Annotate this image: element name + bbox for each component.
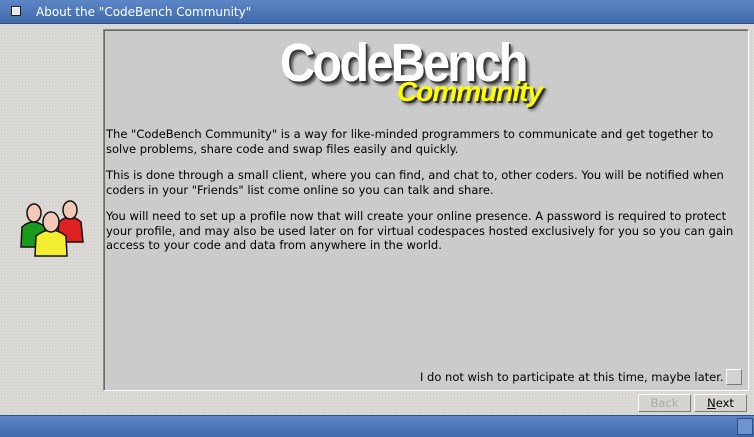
paragraph-profile: You will need to set up a profile now th… [106, 209, 734, 252]
logo-subtitle: Community [397, 76, 543, 107]
next-button-label: ext [715, 396, 734, 410]
close-icon[interactable] [11, 6, 21, 16]
optout-label[interactable]: I do not wish to participate at this tim… [420, 370, 724, 384]
window-body: CodeBench Community The "CodeBench Commu… [0, 24, 754, 415]
window-bottom-border [0, 415, 754, 437]
optout-checkbox[interactable] [726, 369, 742, 385]
next-button-mnemonic: N [707, 396, 716, 410]
resize-icon[interactable] [737, 418, 753, 435]
title-bar[interactable]: About the "CodeBench Community" [0, 0, 754, 24]
back-button[interactable]: Back [638, 394, 691, 412]
window-title: About the "CodeBench Community" [36, 5, 252, 19]
codebench-community-logo: CodeBench Community [274, 32, 574, 112]
paragraph-client: This is done through a small client, whe… [106, 168, 724, 197]
paragraph-intro: The "CodeBench Community" is a way for l… [106, 127, 714, 156]
next-button[interactable]: Next [694, 394, 747, 412]
description-text: The "CodeBench Community" is a way for l… [106, 127, 736, 265]
people-group-icon [20, 200, 84, 257]
content-panel: CodeBench Community The "CodeBench Commu… [103, 29, 749, 391]
